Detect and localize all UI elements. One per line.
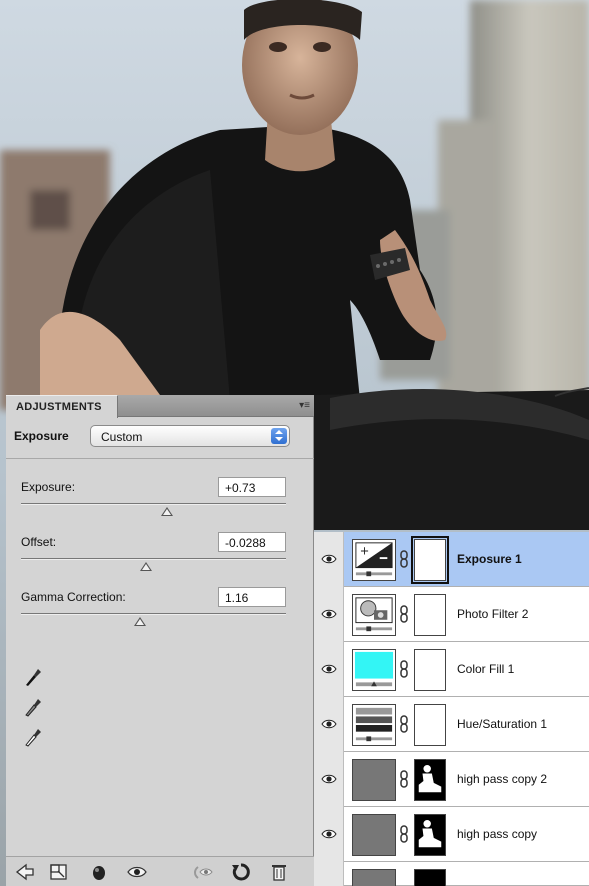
expand-view-icon[interactable] — [48, 861, 70, 883]
exposure-slider-thumb[interactable] — [160, 507, 173, 516]
layer-mask-thumbnail[interactable] — [414, 814, 446, 856]
layer-mask-thumbnail[interactable] — [414, 649, 446, 691]
layer-name: Exposure 1 — [457, 552, 522, 566]
eye-icon — [321, 829, 337, 839]
exposure-slider-track[interactable] — [21, 503, 286, 505]
adjustments-panel: ADJUSTMENTS ▾≡ Exposure Custom Exposure:… — [6, 395, 314, 886]
exposure-param: Exposure: +0.73 — [6, 477, 314, 527]
svg-text:+: + — [360, 543, 370, 557]
white-point-eyedropper-icon[interactable] — [24, 727, 42, 747]
eye-icon — [321, 554, 337, 564]
exposure-label: Exposure: — [21, 480, 76, 494]
eye-icon — [321, 609, 337, 619]
photo-filter-icon — [352, 594, 396, 636]
preset-row: Exposure Custom — [6, 417, 314, 459]
eye-icon — [321, 719, 337, 729]
adjustments-tab-bar: ADJUSTMENTS ▾≡ — [6, 395, 314, 418]
eye-icon — [321, 664, 337, 674]
exposure-icon: + — [352, 539, 396, 581]
layer-row-hue-saturation-1[interactable]: Hue/Saturation 1 — [314, 697, 589, 752]
layer-visibility-toggle[interactable] — [314, 532, 344, 587]
layer-row-exposure-1[interactable]: + Exposure 1 — [314, 532, 589, 587]
layer-row-color-fill-1[interactable]: Color Fill 1 — [314, 642, 589, 697]
layer-mask-thumbnail[interactable] — [414, 704, 446, 746]
gamma-input[interactable]: 1.16 — [218, 587, 286, 607]
preset-dropdown[interactable]: Custom — [90, 425, 290, 447]
layer-visibility-toggle[interactable] — [314, 642, 344, 697]
layers-panel: + Exposure 1 Photo Filter 2 Color Fill 1… — [314, 532, 589, 886]
trash-icon[interactable] — [268, 861, 290, 883]
layer-name: Hue/Saturation 1 — [457, 717, 548, 731]
back-arrow-icon[interactable] — [14, 861, 36, 883]
link-chain-icon[interactable] — [399, 715, 409, 733]
layer-name: high pass copy 2 — [457, 772, 548, 786]
offset-param: Offset: -0.0288 — [6, 532, 314, 582]
layer-name: Color Fill 1 — [457, 662, 515, 676]
exposure-input[interactable]: +0.73 — [218, 477, 286, 497]
layer-thumbnail — [352, 759, 396, 801]
color-fill-swatch — [352, 649, 396, 691]
reset-icon[interactable] — [230, 861, 252, 883]
layer-row-partial[interactable] — [314, 862, 589, 886]
offset-input[interactable]: -0.0288 — [218, 532, 286, 552]
dropdown-arrow-icon — [271, 428, 287, 444]
layer-mask-thumbnail[interactable] — [411, 536, 449, 584]
offset-label: Offset: — [21, 535, 57, 549]
layer-mask-thumbnail[interactable] — [414, 869, 446, 886]
layer-thumbnail — [352, 869, 396, 886]
gamma-slider-thumb[interactable] — [134, 617, 147, 626]
layer-row-high-pass-copy-2[interactable]: high pass copy 2 — [314, 752, 589, 807]
layer-visibility-toggle[interactable] — [314, 697, 344, 752]
panel-menu-icon[interactable]: ▾≡ — [292, 400, 310, 412]
layer-row-photo-filter-2[interactable]: Photo Filter 2 — [314, 587, 589, 642]
adjustments-tab[interactable]: ADJUSTMENTS — [6, 395, 118, 418]
offset-slider-thumb[interactable] — [139, 562, 152, 571]
layer-visibility-toggle[interactable] — [314, 587, 344, 642]
link-chain-icon[interactable] — [399, 550, 409, 568]
link-chain-icon[interactable] — [399, 605, 409, 623]
layer-visibility-toggle[interactable] — [314, 862, 344, 886]
hue-saturation-icon — [352, 704, 396, 746]
preset-value: Custom — [101, 430, 143, 444]
layer-name: high pass copy — [457, 827, 538, 841]
layer-visibility-toggle[interactable] — [314, 752, 344, 807]
link-chain-icon[interactable] — [399, 770, 409, 788]
gamma-param: Gamma Correction: 1.16 — [6, 587, 314, 637]
adjustment-type-label: Exposure — [14, 429, 69, 443]
link-chain-icon[interactable] — [399, 825, 409, 843]
gray-point-eyedropper-icon[interactable] — [24, 697, 42, 717]
view-previous-icon[interactable] — [192, 861, 214, 883]
link-chain-icon[interactable] — [399, 660, 409, 678]
layer-visibility-toggle[interactable] — [314, 807, 344, 862]
layer-mask-thumbnail[interactable] — [414, 594, 446, 636]
offset-slider-track[interactable] — [21, 558, 286, 560]
clip-to-layer-icon[interactable] — [88, 861, 110, 883]
gamma-label: Gamma Correction: — [21, 590, 126, 604]
layer-mask-thumbnail[interactable] — [414, 759, 446, 801]
black-point-eyedropper-icon[interactable] — [24, 667, 42, 687]
layer-row-high-pass-copy[interactable]: high pass copy — [314, 807, 589, 862]
eye-icon — [321, 774, 337, 784]
gamma-slider-track[interactable] — [21, 613, 286, 615]
toggle-visibility-icon[interactable] — [126, 861, 148, 883]
layer-thumbnail — [352, 814, 396, 856]
layer-name: Photo Filter 2 — [457, 607, 529, 621]
adjustments-footer-toolbar — [6, 856, 314, 886]
